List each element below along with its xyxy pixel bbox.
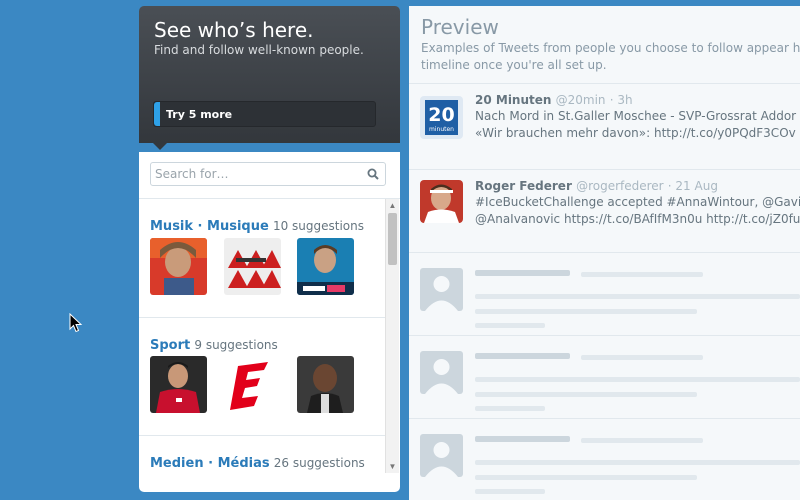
suggestion-avatar-music-2[interactable]: [224, 238, 281, 295]
suggestion-avatar-sport-1[interactable]: [150, 356, 207, 413]
who-subtitle: Find and follow well-known people.: [154, 43, 364, 57]
preview-header: Preview Examples of Tweets from people y…: [409, 6, 800, 84]
placeholder-line: [475, 353, 570, 359]
mouse-cursor-icon: [69, 313, 83, 333]
tweet-handle: @rogerfederer: [576, 179, 664, 193]
placeholder-line: [475, 460, 800, 465]
section-divider: [139, 435, 385, 436]
placeholder-line: [475, 377, 800, 382]
tweet-text-line: #IceBucketChallenge accepted #AnnaWintou…: [475, 195, 800, 209]
preview-title: Preview: [421, 15, 499, 39]
suggestions-panel: Musik · Musique 10 suggestions: [139, 152, 400, 492]
category-media[interactable]: Medien · Médias 26 suggestions: [150, 456, 365, 471]
category-music-count: 10 suggestions: [272, 219, 364, 233]
default-avatar-icon: [420, 434, 463, 477]
radio-station-icon: [297, 238, 354, 295]
tweet-text: #IceBucketChallenge accepted #AnnaWintou…: [475, 194, 800, 228]
placeholder-line: [475, 489, 545, 494]
placeholder-line: [475, 392, 697, 397]
person-photo-icon: [150, 238, 207, 295]
placeholder-line: [475, 309, 697, 314]
tweet-text-line: @AnaIvanovic https://t.co/BAfIfM3n0u htt…: [475, 212, 800, 226]
tweet-author: Roger Federer @rogerfederer · 21 Aug: [475, 179, 718, 193]
category-media-count: 26 suggestions: [273, 456, 365, 470]
tweet-text-line: Nach Mord in St.Galler Moschee - SVP-Gro…: [475, 109, 797, 123]
tweet-author-name: 20 Minuten: [475, 93, 552, 107]
follow-progress-bar: Try 5 more: [153, 101, 376, 127]
placeholder-line: [475, 475, 697, 480]
preview-tweet: Roger Federer @rogerfederer · 21 Aug #Ic…: [409, 170, 800, 253]
scroll-thumb[interactable]: [388, 213, 397, 265]
lequipe-logo-icon: [224, 356, 281, 413]
search-box: [150, 162, 386, 186]
scroll-up-icon[interactable]: ▲: [386, 199, 399, 212]
placeholder-line: [475, 323, 545, 328]
placeholder-tweet: [409, 253, 800, 336]
category-media-name[interactable]: Medien · Médias: [150, 456, 270, 471]
person-photo-icon: [420, 180, 463, 223]
tweet-handle: @20min: [555, 93, 606, 107]
20min-logo-icon: 20 minuten: [420, 96, 463, 139]
default-avatar-icon: [420, 268, 463, 311]
search-divider: [139, 198, 400, 199]
search-input[interactable]: [155, 165, 355, 183]
progress-fill: [154, 102, 160, 126]
category-music-name[interactable]: Musik · Musique: [150, 219, 269, 234]
person-photo-icon: [297, 356, 354, 413]
placeholder-line: [581, 438, 703, 443]
header-pointer: [153, 143, 167, 150]
section-divider: [139, 317, 385, 318]
tweet-time: · 21 Aug: [667, 179, 718, 193]
placeholder-line: [475, 406, 545, 411]
preview-panel: Preview Examples of Tweets from people y…: [409, 6, 800, 500]
preview-tweet: 20 minuten 20 Minuten @20min · 3h Nach M…: [409, 84, 800, 170]
default-avatar-icon: [420, 351, 463, 394]
category-music[interactable]: Musik · Musique 10 suggestions: [150, 219, 364, 234]
suggestion-avatar-music-1[interactable]: [150, 238, 207, 295]
placeholder-line: [475, 294, 800, 299]
tweet-author-name: Roger Federer: [475, 179, 572, 193]
suggestion-avatar-sport-3[interactable]: [297, 356, 354, 413]
who-title: See who’s here.: [154, 18, 314, 42]
tweet-text: Nach Mord in St.Galler Moschee - SVP-Gro…: [475, 108, 796, 142]
album-cover-icon: [224, 238, 281, 295]
suggestion-avatar-sport-2[interactable]: [224, 356, 281, 413]
placeholder-line: [581, 355, 703, 360]
category-sport-name[interactable]: Sport: [150, 338, 190, 353]
suggestions-scrollbar[interactable]: ▲ ▼: [385, 199, 399, 473]
tweet-avatar-20min: 20 minuten: [420, 96, 463, 139]
scroll-down-icon[interactable]: ▼: [386, 460, 399, 473]
placeholder-line: [475, 270, 570, 276]
placeholder-line: [475, 436, 570, 442]
tweet-time: · 3h: [609, 93, 633, 107]
category-sport[interactable]: Sport 9 suggestions: [150, 338, 278, 353]
logo-text-20: 20: [428, 104, 454, 126]
suggestion-avatar-music-3[interactable]: [297, 238, 354, 295]
category-sport-count: 9 suggestions: [194, 338, 278, 352]
progress-label: Try 5 more: [166, 108, 233, 121]
athlete-photo-icon: [150, 356, 207, 413]
preview-desc-line1: Examples of Tweets from people you choos…: [421, 41, 800, 55]
placeholder-tweet: [409, 336, 800, 419]
logo-text-minuten: minuten: [429, 126, 454, 133]
tweet-author: 20 Minuten @20min · 3h: [475, 93, 633, 107]
search-icon[interactable]: [367, 168, 379, 180]
placeholder-tweet: [409, 419, 800, 500]
preview-description: Examples of Tweets from people you choos…: [421, 40, 800, 74]
tweet-avatar-federer: [420, 180, 463, 223]
placeholder-line: [581, 272, 703, 277]
tweet-text-line: «Wir brauchen mehr davon»: http://t.co/y…: [475, 126, 796, 140]
preview-desc-line2: timeline once you're all set up.: [421, 58, 607, 72]
